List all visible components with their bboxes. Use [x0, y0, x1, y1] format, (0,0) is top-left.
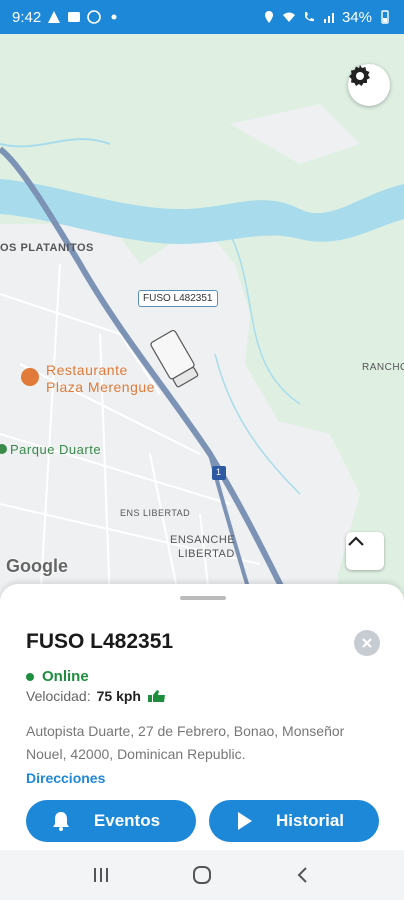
call-icon	[304, 12, 314, 22]
status-bar: 9:42 34%	[0, 0, 404, 34]
map-label-rancho: RANCHO	[362, 362, 404, 373]
map-label-platanitos: OS PLATANITOS	[0, 242, 94, 254]
map-label-libertad: LIBERTAD	[178, 548, 235, 560]
map-label-restaurant-2[interactable]: Plaza Merengue	[46, 379, 155, 395]
speed-value: 75 kph	[96, 688, 141, 704]
dot-icon	[111, 14, 117, 20]
history-button-label: Historial	[275, 811, 345, 830]
directions-link[interactable]: Direcciones	[26, 770, 105, 786]
home-button[interactable]	[182, 860, 222, 890]
gallery-icon	[68, 12, 81, 22]
collapse-button[interactable]	[346, 532, 384, 570]
events-button-label: Eventos	[93, 811, 161, 830]
warning-icon	[48, 11, 61, 23]
location-icon	[264, 11, 273, 23]
system-nav-bar	[0, 850, 404, 900]
back-icon	[297, 867, 308, 883]
speed-row: Velocidad: 75 kph	[26, 688, 167, 704]
map-view[interactable]: OS PLATANITOS RANCHO ENS LIBERTAD ENSANC…	[0, 34, 404, 604]
status-time: 9:42	[12, 8, 42, 26]
back-button[interactable]	[283, 860, 323, 890]
sheet-drag-handle[interactable]	[180, 596, 226, 600]
home-icon	[192, 866, 211, 884]
play-icon	[223, 810, 265, 832]
map-label-park[interactable]: Parque Duarte	[10, 442, 101, 457]
vehicle-address: Autopista Duarte, 27 de Febrero, Bonao, …	[26, 723, 345, 762]
status-text: Online	[42, 668, 89, 685]
map-label-restaurant-1[interactable]: Restaurante	[46, 362, 128, 378]
map-label-ensanche: ENSANCHE	[170, 534, 236, 546]
recent-apps-button[interactable]	[81, 860, 121, 890]
highway-shield-label: 1	[216, 467, 222, 477]
vehicle-name: FUSO L482351	[26, 630, 174, 653]
signal-icon	[323, 13, 334, 23]
online-dot	[26, 672, 34, 681]
close-button[interactable]	[354, 630, 380, 656]
map-label-ens-libertad: ENS LIBERTAD	[120, 508, 191, 518]
gear-icon	[349, 65, 370, 86]
battery-percent: 34%	[341, 8, 372, 26]
vehicle-map-tag[interactable]: FUSO L482351	[138, 290, 218, 307]
events-button[interactable]: Eventos	[26, 800, 196, 842]
speed-label: Velocidad:	[26, 688, 91, 704]
status-row: Online	[26, 668, 89, 685]
settings-button[interactable]	[348, 64, 390, 106]
history-button[interactable]: Historial	[209, 800, 379, 842]
bell-icon	[40, 810, 82, 832]
google-logo: Google	[6, 556, 68, 576]
close-icon	[362, 638, 372, 648]
battery-icon	[381, 10, 389, 24]
chevron-up-icon	[348, 536, 364, 546]
recent-apps-icon	[93, 868, 108, 882]
whatsapp-icon	[87, 10, 102, 24]
wifi-icon	[282, 12, 295, 22]
thumbs-up-icon	[147, 690, 165, 702]
vehicle-info-sheet: FUSO L482351 Online Velocidad: 75 kph Au…	[0, 584, 404, 850]
map-graphics	[0, 104, 404, 604]
